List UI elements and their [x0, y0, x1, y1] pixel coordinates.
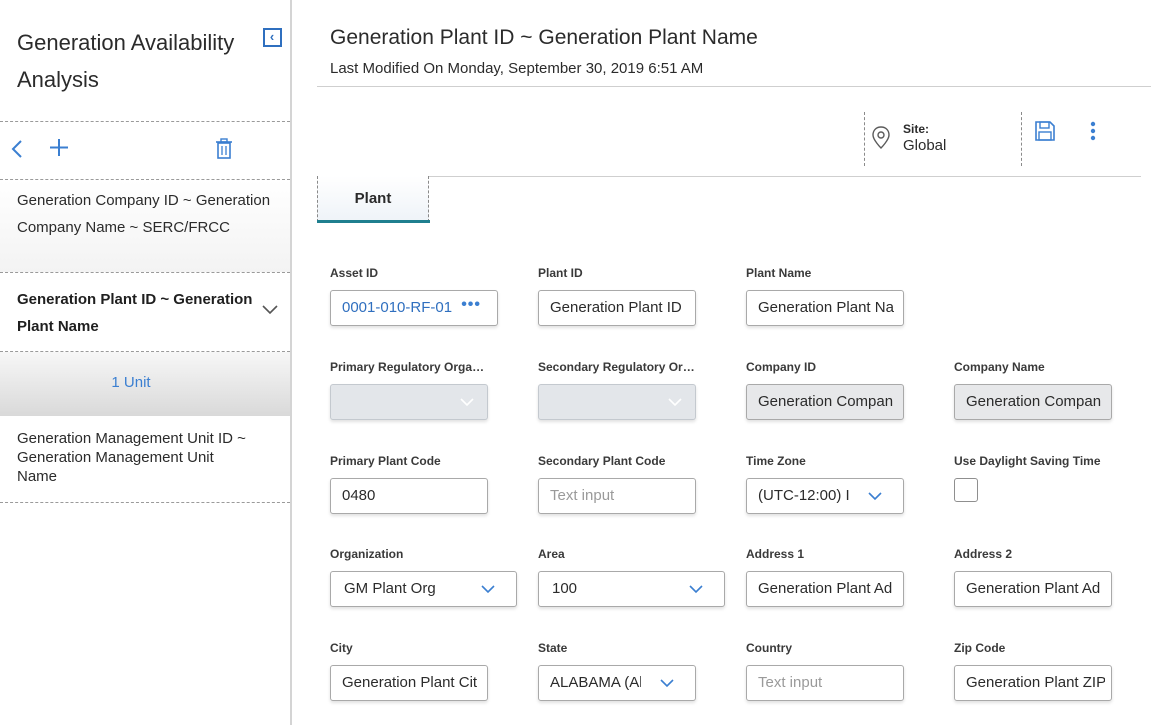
- plant-id-field[interactable]: Generation Plant ID: [538, 290, 696, 326]
- chevron-down-icon: [481, 585, 495, 594]
- sidebar-item-units[interactable]: 1 Unit: [0, 352, 290, 416]
- asset-id-link[interactable]: 0001-010-RF-01: [342, 291, 453, 325]
- city-label: City: [330, 641, 353, 655]
- secondary-plant-code-field[interactable]: Text input: [538, 478, 696, 514]
- sidebar-item-label: Generation Company ID ~ Generation Compa…: [17, 192, 271, 236]
- area-value: 100: [552, 580, 578, 597]
- time-zone-label: Time Zone: [746, 454, 806, 468]
- chevron-down-icon: [868, 492, 882, 501]
- zip-code-field[interactable]: Generation Plant ZIP: [954, 665, 1112, 701]
- primary-plant-code-label: Primary Plant Code: [330, 454, 441, 468]
- state-select[interactable]: ALABAMA (Al: [538, 665, 696, 701]
- state-value: ALABAMA (Al: [550, 674, 641, 691]
- primary-reg-org-label: Primary Regulatory Organ…: [330, 360, 490, 374]
- page-title: Generation Plant ID ~ Generation Plant N…: [330, 26, 758, 49]
- save-icon[interactable]: [1034, 120, 1056, 142]
- organization-label: Organization: [330, 547, 404, 561]
- plant-name-value: Generation Plant Na: [758, 299, 894, 316]
- secondary-reg-org-select[interactable]: [538, 384, 696, 420]
- company-id-label: Company ID: [746, 360, 817, 374]
- divider: [0, 502, 290, 503]
- chevron-down-icon: [460, 398, 474, 407]
- company-name-field: Generation Compan: [954, 384, 1112, 420]
- collapse-sidebar-button[interactable]: ‹: [263, 28, 282, 47]
- address1-value: Generation Plant Ad: [758, 580, 893, 597]
- add-icon[interactable]: [46, 132, 72, 162]
- city-value: Generation Plant Cit: [342, 674, 478, 691]
- sidebar-item-label: Generation Plant ID ~ Generation Plant N…: [17, 291, 253, 335]
- country-field[interactable]: Text input: [746, 665, 904, 701]
- sidebar-item-company[interactable]: Generation Company ID ~ Generation Compa…: [0, 180, 290, 272]
- state-label: State: [538, 641, 568, 655]
- plant-name-label: Plant Name: [746, 266, 812, 280]
- site-value: Global: [903, 137, 947, 154]
- area-label: Area: [538, 547, 565, 561]
- tab-plant[interactable]: Plant: [317, 176, 429, 222]
- more-options-icon[interactable]: [1086, 120, 1100, 144]
- asset-id-label: Asset ID: [330, 266, 379, 280]
- secondary-reg-org-label: Secondary Regulatory Org…: [538, 360, 698, 374]
- zip-code-value: Generation Plant ZIP: [966, 674, 1105, 691]
- plant-id-label: Plant ID: [538, 266, 583, 280]
- company-id-value: Generation Compan: [758, 393, 894, 410]
- address1-label: Address 1: [746, 547, 805, 561]
- area-select[interactable]: 100: [538, 571, 725, 607]
- primary-plant-code-field[interactable]: 0480: [330, 478, 488, 514]
- site-indicator[interactable]: Site: Global: [864, 112, 1022, 166]
- more-icon[interactable]: •••: [461, 297, 481, 313]
- organization-select[interactable]: GM Plant Org: [330, 571, 517, 607]
- sidebar-toolbar: [0, 122, 290, 179]
- address2-field[interactable]: Generation Plant Ad: [954, 571, 1112, 607]
- location-pin-icon: [871, 125, 891, 151]
- tab-label: Plant: [354, 190, 392, 207]
- chevron-down-icon[interactable]: [260, 303, 280, 317]
- primary-plant-code-value: 0480: [342, 487, 376, 504]
- plant-id-value: Generation Plant ID: [550, 299, 682, 316]
- sidebar-item-label: Generation Management Unit ID ~ Generati…: [17, 430, 246, 485]
- chevron-down-icon: [660, 679, 674, 688]
- city-field[interactable]: Generation Plant Cit: [330, 665, 488, 701]
- company-name-value: Generation Compan: [966, 393, 1102, 410]
- asset-id-field[interactable]: 0001-010-RF-01 •••: [330, 290, 498, 326]
- country-label: Country: [746, 641, 792, 655]
- organization-value: GM Plant Org: [344, 580, 436, 597]
- back-icon[interactable]: [8, 134, 28, 164]
- sidebar-item-management-unit[interactable]: Generation Management Unit ID ~ Generati…: [0, 417, 290, 502]
- address2-value: Generation Plant Ad: [966, 580, 1101, 597]
- last-modified-text: Last Modified On Monday, September 30, 2…: [330, 60, 704, 77]
- secondary-plant-code-label: Secondary Plant Code: [538, 454, 666, 468]
- address2-label: Address 2: [954, 547, 1013, 561]
- plant-name-field[interactable]: Generation Plant Na: [746, 290, 904, 326]
- company-name-label: Company Name: [954, 360, 1045, 374]
- divider: [317, 176, 1141, 177]
- secondary-plant-code-placeholder: Text input: [550, 487, 615, 504]
- divider: [317, 86, 1151, 87]
- address1-field[interactable]: Generation Plant Ad: [746, 571, 904, 607]
- sidebar-item-plant[interactable]: Generation Plant ID ~ Generation Plant N…: [0, 273, 290, 351]
- chevron-down-icon: [668, 398, 682, 407]
- sidebar: Generation Availability Analysis ‹ Gener…: [0, 0, 292, 725]
- primary-reg-org-select[interactable]: [330, 384, 488, 420]
- active-tab-indicator: [317, 220, 430, 223]
- sidebar-title: Generation Availability Analysis: [17, 30, 235, 92]
- time-zone-value: (UTC-12:00) Ir: [758, 487, 849, 504]
- site-label: Site:: [903, 122, 930, 136]
- trash-icon[interactable]: [213, 137, 235, 161]
- country-placeholder: Text input: [758, 674, 823, 691]
- chevron-left-icon: ‹: [269, 29, 275, 44]
- chevron-down-icon: [689, 585, 703, 594]
- zip-code-label: Zip Code: [954, 641, 1006, 655]
- company-id-field: Generation Compan: [746, 384, 904, 420]
- use-dst-label: Use Daylight Saving Time: [954, 454, 1101, 468]
- use-dst-checkbox[interactable]: [954, 478, 978, 502]
- time-zone-select[interactable]: (UTC-12:00) Ir: [746, 478, 904, 514]
- sidebar-item-label: 1 Unit: [111, 374, 151, 391]
